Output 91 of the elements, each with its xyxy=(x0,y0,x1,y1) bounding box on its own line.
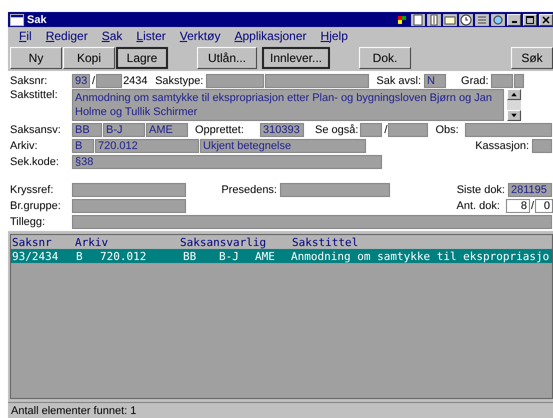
field-label: Obs: xyxy=(435,124,459,136)
toolbar-button[interactable]: Dok. xyxy=(359,46,411,68)
list-cell: Anmodning om samtykke til ekspropriasjo xyxy=(290,250,550,262)
separator-text: / xyxy=(383,124,388,136)
scrollbar[interactable] xyxy=(507,89,521,121)
status-field[interactable]: N xyxy=(424,74,446,88)
list-cell-text: 720.012 xyxy=(99,250,148,262)
input-field[interactable] xyxy=(464,122,552,136)
input-field[interactable] xyxy=(514,74,524,88)
field-label: Sak avsl: xyxy=(376,74,422,86)
input-field[interactable] xyxy=(96,74,122,88)
scroll-up-icon[interactable] xyxy=(507,89,521,100)
input-field[interactable] xyxy=(490,74,513,88)
column-header[interactable]: Saksansvarlig xyxy=(180,236,292,248)
folder-icon[interactable] xyxy=(443,14,457,26)
input-field[interactable] xyxy=(360,122,382,136)
year-field[interactable]: 93 xyxy=(72,74,90,88)
list-row[interactable]: 93/2434 B 720.012 BB B-J AME Anmodning om samtykke til ekspropriasjo xyxy=(11,249,552,263)
field-label: Sek.kode: xyxy=(10,156,60,168)
field-label: Tillegg: xyxy=(10,216,46,228)
field-label: Br.gruppe: xyxy=(10,200,62,212)
input-field[interactable] xyxy=(280,182,390,196)
responsible-field[interactable]: B-J xyxy=(103,122,145,136)
tray-app-icon[interactable] xyxy=(395,14,409,26)
column-header[interactable]: Sakstittel xyxy=(292,236,358,248)
field-label: Ant. dok: xyxy=(456,200,500,212)
field-label: Saksnr: xyxy=(10,74,48,86)
document-count-field[interactable]: 8 xyxy=(506,198,530,212)
column-header[interactable]: Saksnr xyxy=(11,236,75,248)
document-icon[interactable] xyxy=(411,14,425,26)
list-cell-text: AME xyxy=(254,250,276,262)
toolbar-button[interactable]: Lagre xyxy=(116,46,168,68)
close-icon xyxy=(542,16,550,24)
input-field[interactable] xyxy=(72,182,186,196)
toolbar-button[interactable]: Utlån... xyxy=(197,46,257,68)
toolbar-button[interactable]: Ny xyxy=(10,46,62,68)
field-label: Sakstype: xyxy=(155,74,204,86)
input-field[interactable] xyxy=(72,214,552,228)
menu-item[interactable]: Verktøy xyxy=(172,27,228,44)
column-header[interactable]: Arkiv xyxy=(75,236,180,248)
separator-text: / xyxy=(530,200,535,212)
field-label: Kryssref: xyxy=(10,184,54,196)
field-label: Arkiv: xyxy=(10,140,38,152)
responsible-field[interactable]: BB xyxy=(72,122,102,136)
input-field[interactable] xyxy=(206,74,264,88)
close-button[interactable] xyxy=(539,14,553,26)
maximize-button[interactable] xyxy=(523,14,537,26)
list-cell-text: B-J xyxy=(218,250,240,262)
field-label: Siste dok: xyxy=(456,184,505,196)
menu-item[interactable]: Sak xyxy=(94,27,130,44)
date-field[interactable]: 281195 xyxy=(508,182,552,196)
toolbar-button[interactable]: Innlever... xyxy=(262,46,330,68)
status-text: Antall elementer funnet: 1 xyxy=(11,404,136,416)
menu-item[interactable]: Rediger xyxy=(38,27,95,44)
date-field[interactable]: 310393 xyxy=(260,122,304,136)
minimize-button[interactable] xyxy=(507,14,521,26)
input-field[interactable] xyxy=(388,122,428,136)
toolbar-button[interactable]: Søk xyxy=(511,46,553,68)
field-label: Se også: xyxy=(315,124,358,136)
input-field[interactable] xyxy=(72,198,186,212)
list-icon[interactable] xyxy=(475,14,489,26)
menu-item[interactable]: Lister xyxy=(129,27,173,44)
archive-code-field[interactable]: 720.012 xyxy=(95,138,199,152)
scroll-down-icon[interactable] xyxy=(507,110,521,121)
separator-text: / xyxy=(91,74,96,86)
input-field[interactable] xyxy=(532,138,552,152)
archive-description-field[interactable]: Ukjent betegnelse xyxy=(200,138,366,152)
list-cell-text: BB xyxy=(182,250,198,262)
field-label: Saksansv: xyxy=(10,124,62,136)
field-label: Grad: xyxy=(461,74,489,86)
window-title: Sak xyxy=(27,14,47,26)
field-label: Kassasjon: xyxy=(474,140,529,152)
archive-series-field[interactable]: B xyxy=(72,138,94,152)
title-text-area[interactable]: Anmodning om samtykke til ekspropriasjon etter Plan- og bygningsloven Bjørn og Jan Holme og Tullik Schirmer xyxy=(72,89,504,121)
menu-item[interactable]: Hjelp xyxy=(314,27,355,44)
field-label: Presedens: xyxy=(220,184,277,196)
menu-item[interactable]: Applikasjoner xyxy=(227,27,314,44)
minimize-icon xyxy=(512,21,516,23)
list-cell-text: 93/2434 xyxy=(11,250,60,262)
maximize-icon xyxy=(526,16,534,24)
menu-item[interactable]: Fil xyxy=(12,27,39,44)
clock-icon[interactable] xyxy=(459,14,473,26)
responsible-field[interactable]: AME xyxy=(146,122,188,136)
magnifier-icon[interactable] xyxy=(491,14,505,26)
document-count-field[interactable]: 0 xyxy=(535,198,553,212)
toolbar-button[interactable]: Kopi xyxy=(63,46,115,68)
input-field[interactable] xyxy=(265,74,370,88)
field-label: Sakstittel: xyxy=(10,89,59,101)
list-cell-text: B xyxy=(75,250,84,262)
code-field[interactable]: §38 xyxy=(72,154,382,168)
case-number-field[interactable]: 2434 xyxy=(123,74,150,88)
